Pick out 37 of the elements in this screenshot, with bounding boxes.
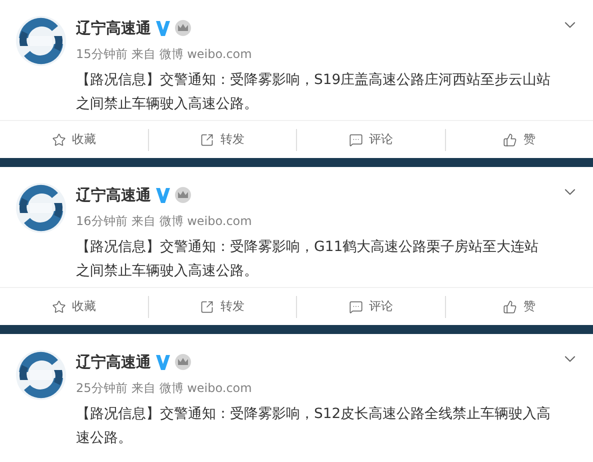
- source-label: 来自: [131, 380, 156, 397]
- crown-icon: [175, 354, 191, 370]
- like-button[interactable]: 赞: [446, 121, 593, 158]
- author-name[interactable]: 辽宁高速通: [76, 352, 151, 372]
- post-time[interactable]: 16分钟前: [76, 211, 128, 231]
- post-time[interactable]: 15分钟前: [76, 44, 128, 64]
- favorite-button[interactable]: 收藏: [0, 288, 148, 325]
- logo-icon: [16, 183, 66, 233]
- source-link[interactable]: 微博 weibo.com: [159, 211, 252, 231]
- source-label: 来自: [131, 213, 156, 230]
- star-icon: [52, 132, 66, 146]
- star-icon: [52, 300, 66, 314]
- author-name[interactable]: 辽宁高速通: [76, 18, 151, 38]
- post-text: 【路况信息】交警通知：受降雾影响，G11鹤大高速公路栗子房站至大连站之间禁止车辆驶入高速公路。: [76, 238, 540, 281]
- repost-button[interactable]: 转发: [148, 288, 296, 325]
- comment-button[interactable]: 评论: [297, 288, 444, 325]
- crown-icon: [175, 187, 191, 203]
- post-text: 【路况信息】交警通知：受降雾影响，S12皮长高速公路全线禁止车辆驶入高速公路。: [76, 405, 551, 448]
- comment-icon: [348, 300, 363, 314]
- logo-icon: [16, 350, 66, 400]
- thumbs-up-icon: [503, 132, 518, 146]
- source-link[interactable]: 微博 weibo.com: [159, 44, 252, 64]
- source-label: 来自: [131, 46, 156, 63]
- comment-button[interactable]: 评论: [297, 121, 444, 158]
- post-text: 【路况信息】交警通知：受降雾影响，S19庄盖高速公路庄河西站至步云山站之间禁止车辆驶入高速公路。: [76, 71, 551, 114]
- repost-button[interactable]: 转发: [148, 121, 296, 158]
- comment-icon: [348, 132, 363, 146]
- crown-icon: [175, 20, 191, 36]
- favorite-button[interactable]: 收藏: [0, 121, 148, 158]
- thumbs-up-icon: [503, 300, 518, 314]
- post-time[interactable]: 25分钟前: [76, 378, 128, 398]
- share-icon: [200, 132, 214, 146]
- like-button[interactable]: 赞: [446, 288, 593, 325]
- share-icon: [200, 300, 214, 314]
- logo-icon: [16, 16, 66, 66]
- author-name[interactable]: 辽宁高速通: [76, 186, 151, 204]
- source-link[interactable]: 微博 weibo.com: [159, 378, 252, 398]
